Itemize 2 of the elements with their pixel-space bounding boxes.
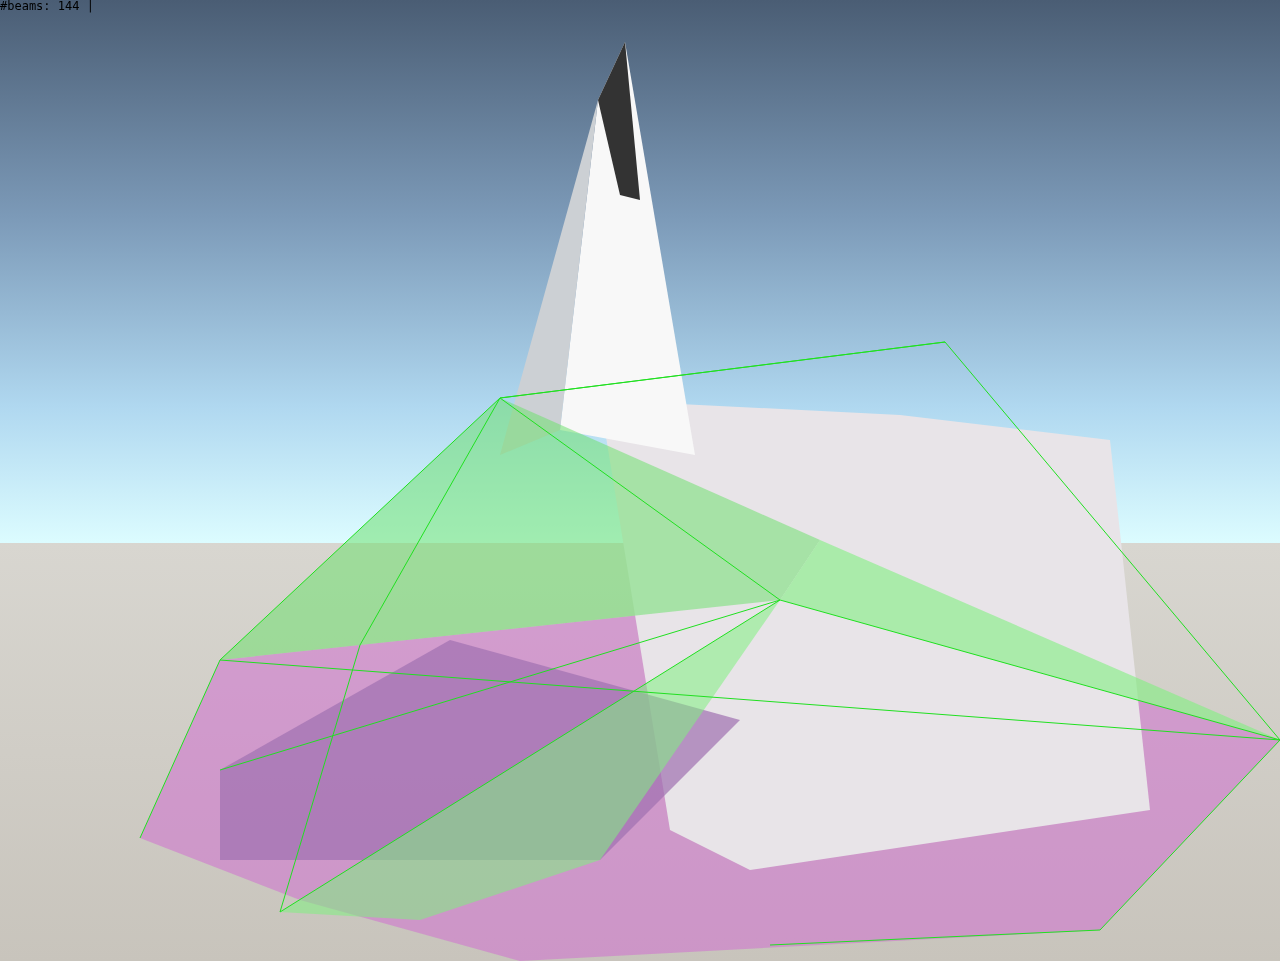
3d-viewport[interactable]: #beams: 144 | (0, 0, 1280, 961)
beam-count-text: #beams: 144 | (0, 0, 94, 13)
